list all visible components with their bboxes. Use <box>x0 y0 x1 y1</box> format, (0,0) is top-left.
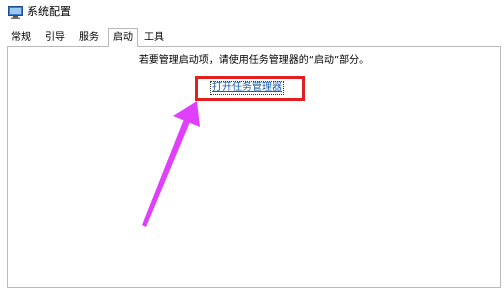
tab-strip: 常规 引导 服务 启动 工具 <box>8 28 498 47</box>
system-configuration-window: 系统配置 常规 引导 服务 启动 工具 若要管理启动项，请使用任务管理器的“启动… <box>0 0 504 288</box>
title-bar[interactable]: 系统配置 <box>0 0 504 28</box>
tab-boot[interactable]: 引导 <box>42 30 68 45</box>
tab-tools[interactable]: 工具 <box>142 30 166 45</box>
window-title: 系统配置 <box>27 5 71 18</box>
tab-startup[interactable]: 启动 <box>108 28 138 47</box>
tab-services[interactable]: 服务 <box>76 30 102 45</box>
startup-info-text: 若要管理启动项，请使用任务管理器的“启动”部分。 <box>138 55 370 66</box>
startup-panel: 若要管理启动项，请使用任务管理器的“启动”部分。 打开任务管理器 <box>7 46 501 288</box>
open-task-manager-link[interactable]: 打开任务管理器 <box>210 81 284 95</box>
tab-general[interactable]: 常规 <box>8 30 34 45</box>
msconfig-icon <box>8 6 23 19</box>
